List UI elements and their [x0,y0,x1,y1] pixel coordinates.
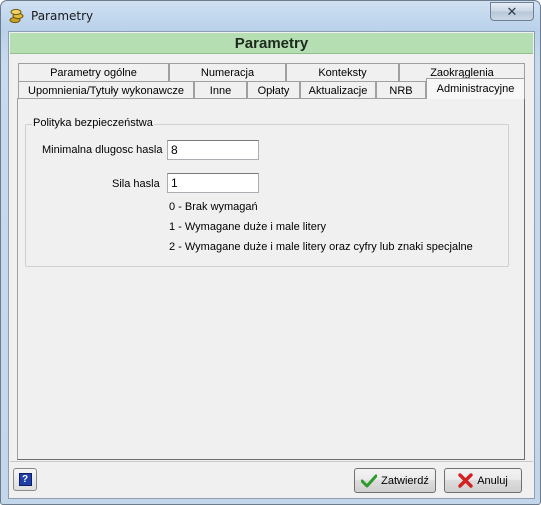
strength-input[interactable]: 1 [167,173,259,193]
title-bar[interactable]: Parametry ✕ [1,1,540,31]
security-policy-group: Polityka bezpieczeństwa Minimalna dlugos… [25,117,509,267]
tab-upomnienia[interactable]: Upomnienia/Tytuły wykonawcze [18,81,194,99]
tab-konteksty[interactable]: Konteksty [286,63,399,81]
help-icon: ? [18,473,32,486]
red-x-icon [458,473,473,488]
strength-level-0: 0 - Brak wymagań [169,201,258,213]
strength-level-1: 1 - Wymagane duże i male litery [169,221,327,233]
tab-aktualizacje[interactable]: Aktualizacje [300,81,376,99]
cancel-button-label: Anuluj [477,474,508,487]
confirm-button[interactable]: Zatwierdź [354,468,436,493]
tab-nrb[interactable]: NRB [376,81,426,99]
tab-panel-administracyjne: Polityka bezpieczeństwa Minimalna dlugos… [17,98,525,460]
tab-oplaty[interactable]: Opłaty [247,81,300,99]
min-length-input[interactable]: 8 [167,140,259,160]
strength-label: Sila hasla [112,178,160,190]
confirm-button-label: Zatwierdź [381,474,429,487]
dialog-body: Parametry Parametry ogólne Numeracja Kon… [8,31,535,499]
tab-administracyjne[interactable]: Administracyjne [426,78,525,99]
close-icon: ✕ [506,3,518,19]
close-button[interactable]: ✕ [490,2,534,21]
cancel-button[interactable]: Anuluj [444,468,522,493]
help-button[interactable]: ? [13,468,37,491]
coins-app-icon [9,8,25,24]
tab-numeracja[interactable]: Numeracja [169,63,286,81]
tab-parametry-ogolne[interactable]: Parametry ogólne [18,63,169,81]
checkmark-icon [361,474,378,487]
page-title: Parametry [10,33,533,54]
tab-inne[interactable]: Inne [194,81,247,99]
min-length-label: Minimalna dlugosc hasla [42,144,163,156]
strength-level-2: 2 - Wymagane duże i male litery oraz cyf… [169,241,473,253]
group-title: Polityka bezpieczeństwa [32,117,154,129]
window-title: Parametry [31,9,94,23]
button-bar: ? Zatwierdź Anuluj [10,461,533,497]
parametry-window: Parametry ✕ Parametry Parametry ogólne N… [0,0,541,505]
